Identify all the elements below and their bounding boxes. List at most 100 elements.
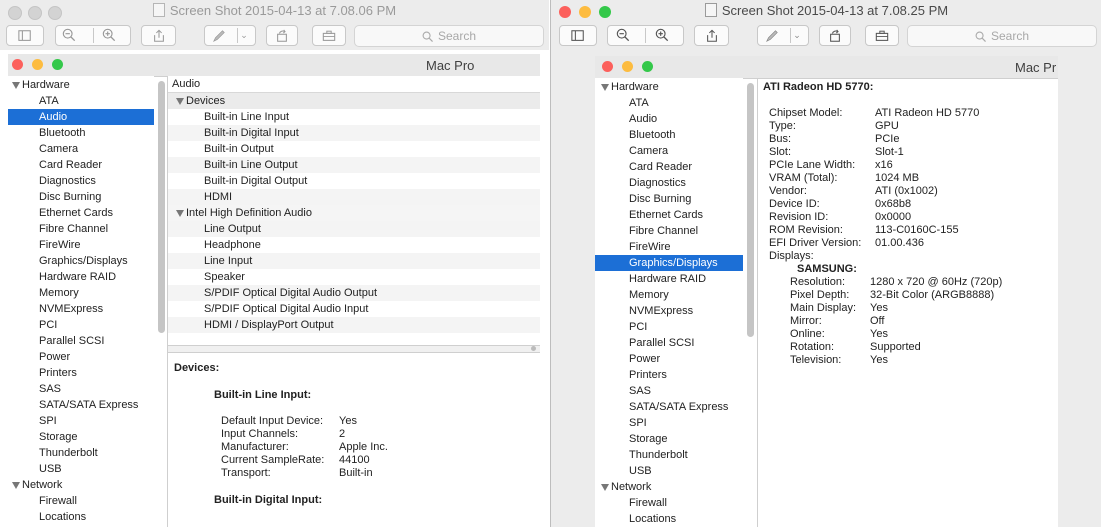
sidebar-item-bluetooth[interactable]: Bluetooth: [595, 127, 743, 143]
list-item-line-output[interactable]: Line Output: [168, 221, 540, 237]
close-button[interactable]: [12, 59, 23, 70]
sidebar-item-ethernet-cards[interactable]: Ethernet Cards: [595, 207, 743, 223]
sidebar-item-parallel-scsi[interactable]: Parallel SCSI: [8, 333, 154, 349]
sidebar-item-pci[interactable]: PCI: [8, 317, 154, 333]
list-column-header[interactable]: Audio: [168, 76, 540, 93]
sidebar-item-printers[interactable]: Printers: [8, 365, 154, 381]
sidebar-item-disc-burning[interactable]: Disc Burning: [8, 189, 154, 205]
sidebar-item-firewall[interactable]: Firewall: [595, 495, 743, 511]
share-button[interactable]: [694, 25, 729, 46]
sidebar-item-card-reader[interactable]: Card Reader: [8, 157, 154, 173]
sidebar-item-fibre-channel[interactable]: Fibre Channel: [8, 221, 154, 237]
sidebar-item-sas[interactable]: SAS: [595, 383, 743, 399]
toolbox-button[interactable]: [865, 25, 899, 46]
sidebar-item-spi[interactable]: SPI: [8, 413, 154, 429]
sidebar-item-hardware-raid[interactable]: Hardware RAID: [8, 269, 154, 285]
sidebar-item-thunderbolt[interactable]: Thunderbolt: [8, 445, 154, 461]
sidebar-header-hardware[interactable]: Hardware: [595, 79, 743, 95]
sidebar-item-fibre-channel[interactable]: Fibre Channel: [595, 223, 743, 239]
markup-button[interactable]: ⌄: [204, 25, 256, 46]
sidebar-item-sata-sata-express[interactable]: SATA/SATA Express: [595, 399, 743, 415]
sidebar-item-memory[interactable]: Memory: [8, 285, 154, 301]
sidebar-item-diagnostics[interactable]: Diagnostics: [595, 175, 743, 191]
sidebar-item-audio[interactable]: Audio: [595, 111, 743, 127]
sidebar-item-power[interactable]: Power: [595, 351, 743, 367]
toolbox-button[interactable]: [312, 25, 346, 46]
list-item-speaker[interactable]: Speaker: [168, 269, 540, 285]
zoom-out-icon[interactable]: [616, 28, 634, 44]
share-button[interactable]: [141, 25, 176, 46]
sidebar-item-firewall[interactable]: Firewall: [8, 493, 154, 509]
sidebar-item-graphics-displays[interactable]: Graphics/Displays: [8, 253, 154, 269]
sidebar-item-storage[interactable]: Storage: [8, 429, 154, 445]
close-button[interactable]: [602, 61, 613, 72]
sidebar-item-firewire[interactable]: FireWire: [595, 239, 743, 255]
list-item-headphone[interactable]: Headphone: [168, 237, 540, 253]
sidebar-scrollbar[interactable]: [158, 81, 165, 333]
zoom-in-icon[interactable]: [102, 28, 120, 44]
sidebar-item-power[interactable]: Power: [8, 349, 154, 365]
list-item-built-in-line-input[interactable]: Built-in Line Input: [168, 109, 540, 125]
sidebar-item-ata[interactable]: ATA: [8, 93, 154, 109]
list-item-s-pdif-optical-digital-audio-output[interactable]: S/PDIF Optical Digital Audio Output: [168, 285, 540, 301]
zoom-in-icon[interactable]: [655, 28, 673, 44]
sidebar-item-sas[interactable]: SAS: [8, 381, 154, 397]
list-item-line-input[interactable]: Line Input: [168, 253, 540, 269]
sidebar-item-ata[interactable]: ATA: [595, 95, 743, 111]
rotate-button[interactable]: [266, 25, 298, 46]
sidebar-scrollbar[interactable]: [747, 83, 754, 337]
sidebar-header-network[interactable]: Network: [595, 479, 743, 495]
disclosure-triangle-icon[interactable]: [12, 81, 20, 89]
sidebar-item-memory[interactable]: Memory: [595, 287, 743, 303]
markup-button[interactable]: ⌄: [757, 25, 809, 46]
disclosure-triangle-icon[interactable]: [176, 97, 184, 105]
sidebar-item-diagnostics[interactable]: Diagnostics: [8, 173, 154, 189]
sidebar-item-usb[interactable]: USB: [8, 461, 154, 477]
zoom-button[interactable]: [52, 59, 63, 70]
search-field[interactable]: Search: [354, 25, 544, 47]
sidebar-item-audio[interactable]: Audio: [8, 109, 154, 125]
sidebar-item-camera[interactable]: Camera: [8, 141, 154, 157]
sidebar-item-locations[interactable]: Locations: [595, 511, 743, 527]
sidebar-item-ethernet-cards[interactable]: Ethernet Cards: [8, 205, 154, 221]
sidebar-item-pci[interactable]: PCI: [595, 319, 743, 335]
list-group-devices[interactable]: Devices: [168, 93, 540, 109]
split-handle-icon[interactable]: [531, 346, 536, 351]
sidebar-item-nvmexpress[interactable]: NVMExpress: [8, 301, 154, 317]
sidebar-header-hardware[interactable]: Hardware: [8, 77, 154, 93]
list-item-s-pdif-optical-digital-audio-input[interactable]: S/PDIF Optical Digital Audio Input: [168, 301, 540, 317]
sidebar-item-spi[interactable]: SPI: [595, 415, 743, 431]
list-item-built-in-line-output[interactable]: Built-in Line Output: [168, 157, 540, 173]
list-item-hdmi-displayport-output[interactable]: HDMI / DisplayPort Output: [168, 317, 540, 333]
sidebar-item-locations[interactable]: Locations: [8, 509, 154, 525]
sidebar-item-disc-burning[interactable]: Disc Burning: [595, 191, 743, 207]
sidebar-item-graphics-displays[interactable]: Graphics/Displays: [595, 255, 743, 271]
list-item-built-in-output[interactable]: Built-in Output: [168, 141, 540, 157]
disclosure-triangle-icon[interactable]: [601, 83, 609, 91]
sidebar-item-usb[interactable]: USB: [595, 463, 743, 479]
zoom-out-icon[interactable]: [62, 28, 80, 44]
sidebar-item-sata-sata-express[interactable]: SATA/SATA Express: [8, 397, 154, 413]
sidebar-item-printers[interactable]: Printers: [595, 367, 743, 383]
sidebar-item-card-reader[interactable]: Card Reader: [595, 159, 743, 175]
sidebar-item-parallel-scsi[interactable]: Parallel SCSI: [595, 335, 743, 351]
sidebar-toggle-button[interactable]: [559, 25, 597, 46]
sidebar-item-firewire[interactable]: FireWire: [8, 237, 154, 253]
sidebar-item-camera[interactable]: Camera: [595, 143, 743, 159]
sidebar-item-bluetooth[interactable]: Bluetooth: [8, 125, 154, 141]
zoom-button[interactable]: [642, 61, 653, 72]
rotate-button[interactable]: [819, 25, 851, 46]
disclosure-triangle-icon[interactable]: [12, 481, 20, 489]
disclosure-triangle-icon[interactable]: [176, 209, 184, 217]
sidebar-item-thunderbolt[interactable]: Thunderbolt: [595, 447, 743, 463]
sidebar-toggle-button[interactable]: [6, 25, 44, 46]
minimize-button[interactable]: [622, 61, 633, 72]
list-item-hdmi[interactable]: HDMI: [168, 189, 540, 205]
disclosure-triangle-icon[interactable]: [601, 483, 609, 491]
list-item-built-in-digital-input[interactable]: Built-in Digital Input: [168, 125, 540, 141]
search-field[interactable]: Search: [907, 25, 1097, 47]
list-group-intel-high-definition-audio[interactable]: Intel High Definition Audio: [168, 205, 540, 221]
list-item-built-in-digital-output[interactable]: Built-in Digital Output: [168, 173, 540, 189]
sidebar-item-nvmexpress[interactable]: NVMExpress: [595, 303, 743, 319]
sidebar-item-hardware-raid[interactable]: Hardware RAID: [595, 271, 743, 287]
